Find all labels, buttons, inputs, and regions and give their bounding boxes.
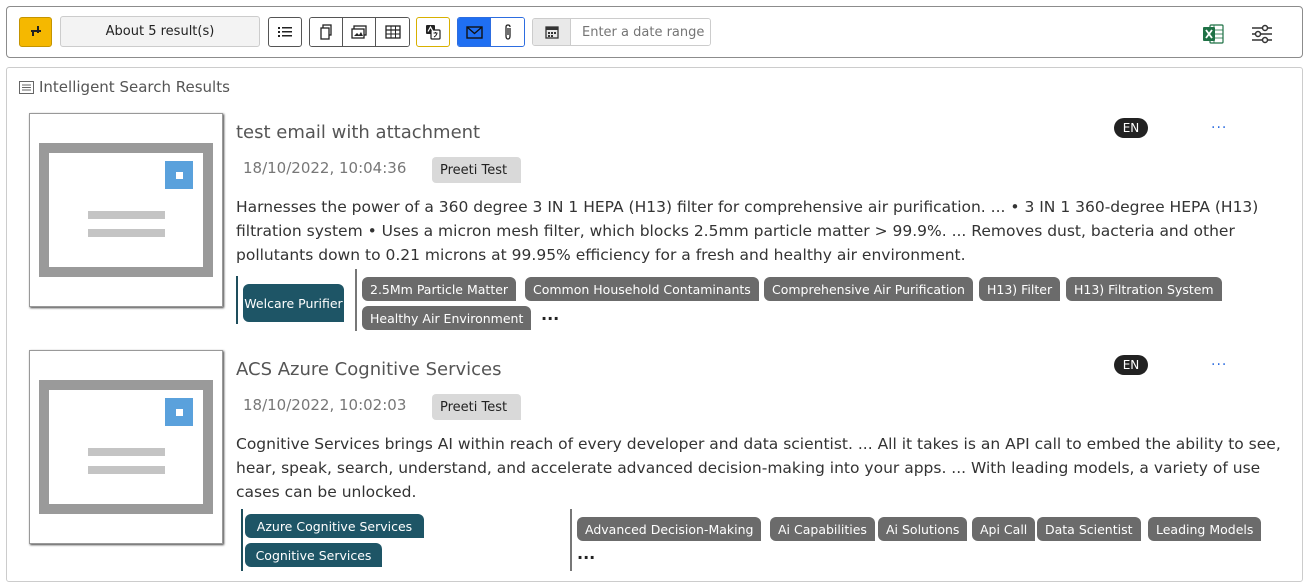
- table-view-button[interactable]: [376, 18, 409, 46]
- keyword-tag[interactable]: H13) Filter: [979, 277, 1061, 301]
- table-icon: [384, 25, 401, 39]
- list-icon: [19, 80, 34, 94]
- keyword-tag[interactable]: Healthy Air Environment: [362, 306, 532, 330]
- keyword-tag[interactable]: Comprehensive Air Purification: [764, 277, 973, 301]
- keyword-tag[interactable]: Data Scientist: [1037, 517, 1141, 541]
- email-preview-icon: [39, 380, 213, 514]
- language-badge: EN: [1114, 118, 1148, 138]
- result-thumbnail[interactable]: [29, 113, 223, 307]
- result-summary: Harnesses the power of a 360 degree 3 IN…: [236, 198, 1259, 264]
- excel-icon: [1203, 24, 1224, 44]
- keyword-tag[interactable]: Leading Models: [1148, 517, 1262, 541]
- keyword-tag[interactable]: Ai Solutions: [878, 517, 968, 541]
- keyword-tag[interactable]: H13) Filtration System: [1066, 277, 1222, 301]
- image-icon: [351, 25, 367, 39]
- date-range-input[interactable]: [571, 19, 710, 45]
- entity-tag[interactable]: Welcare Purifier: [243, 284, 344, 322]
- paperclip-icon: [504, 24, 511, 40]
- keyword-group: 2.5Mm Particle Matter Common Household C…: [355, 269, 1275, 331]
- keyword-tag[interactable]: Ai Capabilities: [770, 517, 875, 541]
- calendar-icon: [544, 26, 559, 39]
- more-options-button[interactable]: ...: [1211, 116, 1227, 132]
- entity-group: Welcare Purifier: [236, 276, 349, 324]
- toolbar: About 5 result(s): [6, 6, 1303, 58]
- entity-tag[interactable]: Cognitive Services: [245, 543, 382, 567]
- results-panel-header: Intelligent Search Results: [19, 78, 230, 96]
- calendar-button[interactable]: [533, 19, 571, 45]
- view-mode-group: [309, 17, 410, 47]
- keyword-tag[interactable]: Advanced Decision-Making: [577, 517, 762, 541]
- sliders-icon: [1252, 24, 1272, 44]
- result-date: 18/10/2022, 10:02:03: [243, 396, 407, 414]
- more-options-button[interactable]: ...: [1211, 353, 1227, 369]
- list-view-button[interactable]: [268, 17, 302, 47]
- entity-tag[interactable]: Azure Cognitive Services: [245, 514, 424, 538]
- email-filter-button[interactable]: [458, 18, 491, 46]
- result-thumbnail[interactable]: [29, 350, 223, 544]
- language-badge: EN: [1114, 355, 1148, 375]
- entity-group: Azure Cognitive Services Cognitive Servi…: [241, 509, 426, 571]
- author-tag[interactable]: Preeti Test: [432, 394, 522, 420]
- copy-icon: [320, 24, 332, 40]
- result-date: 18/10/2022, 10:04:36: [243, 159, 407, 177]
- results-panel: Intelligent Search Results test email wi…: [6, 67, 1303, 582]
- result-count: About 5 result(s): [60, 16, 260, 47]
- keyword-tag[interactable]: Api Call: [972, 517, 1036, 541]
- keyword-tag[interactable]: Common Household Contaminants: [525, 277, 759, 301]
- translate-button[interactable]: [416, 17, 450, 47]
- result-summary: Cognitive Services brings AI within reac…: [236, 435, 1281, 501]
- mail-icon: [465, 25, 483, 39]
- date-range-field[interactable]: [532, 18, 711, 46]
- pin-icon: [30, 26, 41, 36]
- result-card[interactable]: test email with attachment EN ... 18/10/…: [29, 113, 1299, 338]
- attachment-filter-button[interactable]: [491, 18, 524, 46]
- more-keywords-button[interactable]: ...: [541, 305, 559, 324]
- excel-export-button[interactable]: [1202, 24, 1224, 48]
- result-card[interactable]: ACS Azure Cognitive Services EN ... 18/1…: [29, 350, 1299, 575]
- filter-settings-button[interactable]: [1251, 24, 1273, 48]
- list-icon: [278, 27, 292, 37]
- result-title[interactable]: ACS Azure Cognitive Services: [236, 359, 502, 380]
- source-filter-group: [457, 17, 525, 47]
- keyword-group: Advanced Decision-Making Ai Capabilities…: [570, 509, 1275, 571]
- keyword-tag[interactable]: 2.5Mm Particle Matter: [362, 277, 517, 301]
- result-title[interactable]: test email with attachment: [236, 122, 480, 143]
- pin-button[interactable]: [19, 17, 52, 47]
- copy-view-button[interactable]: [310, 18, 343, 46]
- image-view-button[interactable]: [343, 18, 376, 46]
- email-preview-icon: [39, 143, 213, 277]
- page-title: Intelligent Search Results: [39, 78, 230, 96]
- author-tag[interactable]: Preeti Test: [432, 157, 522, 183]
- more-keywords-button[interactable]: ...: [577, 544, 595, 563]
- translate-icon: [426, 25, 441, 40]
